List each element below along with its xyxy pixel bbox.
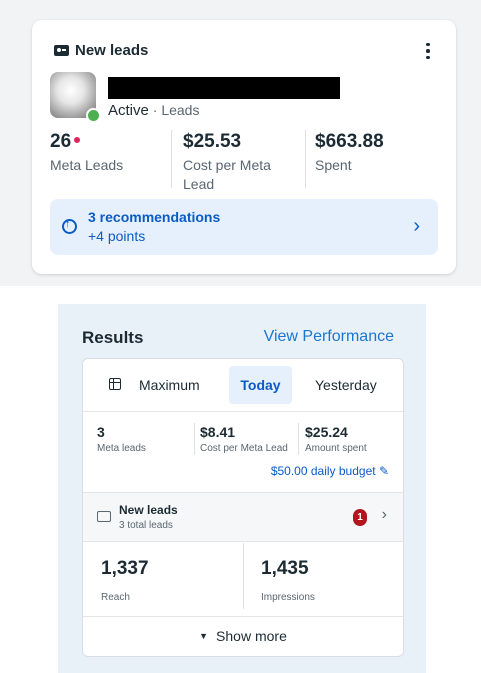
status-line: Active · Leads <box>108 102 199 119</box>
more-options-button[interactable] <box>418 38 438 64</box>
objective-text: Leads <box>161 102 200 118</box>
status-separator: · <box>152 102 158 118</box>
metric-value: $25.24 <box>305 424 348 440</box>
calendar-table-icon[interactable] <box>109 378 121 390</box>
metric-label: Meta Leads <box>50 157 124 173</box>
date-range-tabs: Maximum Today Yesterday <box>83 359 403 412</box>
divider <box>171 130 172 188</box>
card-header: New leads <box>54 42 148 59</box>
campaign-card: New leads Active · Leads 26 Meta Leads $… <box>32 20 456 274</box>
contact-card-icon <box>97 511 111 522</box>
recommendations-banner[interactable]: 3 recommendations +4 points › <box>50 199 438 255</box>
chevron-right-icon: › <box>381 506 387 523</box>
redacted-ad-name <box>108 77 340 99</box>
new-leads-row[interactable]: New leads 3 total leads 1 › <box>83 493 403 541</box>
metric-cost-per-lead: $8.41 Cost per Meta Lead <box>200 424 300 454</box>
notification-badge: 1 <box>353 509 367 526</box>
divider <box>243 543 244 609</box>
dot-icon <box>426 55 430 60</box>
results-title: Results <box>82 328 144 347</box>
metric-impressions: 1,435 Impressions <box>261 558 315 603</box>
card-title: New leads <box>75 42 149 59</box>
recommendations-points: +4 points <box>88 228 146 244</box>
tab-yesterday[interactable]: Yesterday <box>315 366 377 404</box>
status-text: Active <box>108 102 149 119</box>
results-card: Maximum Today Yesterday 3 Meta leads $8.… <box>82 358 404 657</box>
divider <box>83 541 403 542</box>
metric-label: Cost per Meta Lead <box>200 443 288 454</box>
tab-today[interactable]: Today <box>229 366 292 404</box>
metric-cost-per-lead: $25.53 Cost per Meta Lead <box>183 131 293 194</box>
metric-label: Spent <box>315 157 352 173</box>
metric-spent: $663.88 Spent <box>315 131 435 175</box>
show-more-button[interactable]: ▼ Show more <box>83 617 403 655</box>
metric-value: 26 <box>50 131 72 152</box>
alert-dot-icon <box>74 136 81 143</box>
divider <box>305 130 306 188</box>
chevron-right-icon: › <box>413 215 420 237</box>
show-more-label: Show more <box>216 628 287 644</box>
budget-text: $50.00 daily budget <box>270 464 376 478</box>
metric-label: Meta leads <box>97 443 146 454</box>
metric-label: Cost per Meta Lead <box>183 157 271 192</box>
divider <box>194 423 195 455</box>
recommendations-title: 3 recommendations <box>88 209 221 225</box>
chevron-down-icon: ▼ <box>199 631 209 641</box>
metric-value: 3 <box>97 424 105 440</box>
panel-separator <box>0 286 481 304</box>
metric-label: Reach <box>101 592 130 603</box>
opportunity-score-icon <box>62 218 77 234</box>
tab-label: Maximum <box>139 377 200 393</box>
metric-amount-spent: $25.24 Amount spent <box>305 424 399 454</box>
leads-row-subtitle: 3 total leads <box>119 520 173 531</box>
metric-value: $663.88 <box>315 131 384 152</box>
active-status-dot <box>86 108 101 123</box>
metric-meta-leads: 3 Meta leads <box>97 424 193 454</box>
pencil-edit-icon: ✎ <box>378 464 389 478</box>
metric-label: Amount spent <box>305 443 367 454</box>
dot-icon <box>426 42 430 47</box>
metric-label: Impressions <box>261 592 315 603</box>
divider <box>298 423 299 455</box>
lead-form-icon <box>54 45 69 56</box>
daily-budget-link[interactable]: $50.00 daily budget ✎ <box>271 464 389 478</box>
metric-reach: 1,337 Reach <box>101 558 149 603</box>
metric-meta-leads: 26 Meta Leads <box>50 131 165 175</box>
metric-value: $8.41 <box>200 424 236 440</box>
metric-value: 1,337 <box>101 558 149 579</box>
dot-icon <box>426 49 430 53</box>
metric-value: 1,435 <box>261 558 309 579</box>
view-performance-link[interactable]: View Performance <box>264 328 394 346</box>
metric-value: $25.53 <box>183 131 242 152</box>
leads-row-title: New leads <box>119 503 178 517</box>
